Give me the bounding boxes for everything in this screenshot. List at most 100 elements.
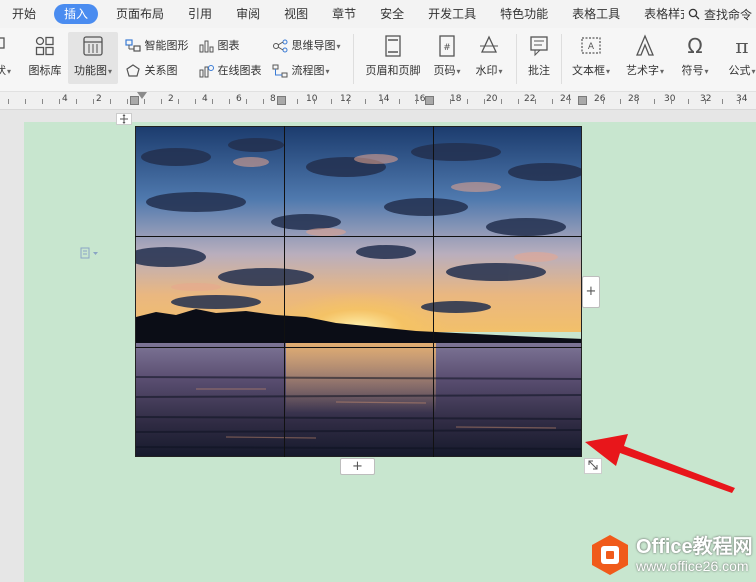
svg-text:π: π xyxy=(735,34,748,58)
ruler-label: 4 xyxy=(62,94,68,104)
ruler-tick xyxy=(25,99,26,104)
mindmap-icon xyxy=(273,39,288,53)
svg-text:A: A xyxy=(588,42,595,52)
online-chart-button[interactable]: 在线图表 xyxy=(198,62,262,78)
indent-marker[interactable] xyxy=(137,92,147,99)
table-move-handle[interactable] xyxy=(116,113,132,125)
ruler-label: 18 xyxy=(450,94,462,104)
chart-button[interactable]: 图表 xyxy=(198,37,240,53)
ruler-tick xyxy=(705,99,706,104)
shape-label: 状 xyxy=(0,64,6,77)
ruler-tick xyxy=(212,99,213,104)
table-grid[interactable] xyxy=(135,126,582,457)
menu-tab[interactable]: 章节 xyxy=(320,4,368,24)
wordart-icon xyxy=(636,34,654,56)
watermark-icon xyxy=(480,35,498,53)
ruler-tick xyxy=(59,99,60,104)
column-marker[interactable] xyxy=(425,96,434,105)
command-search[interactable]: 查找命令 xyxy=(683,0,756,28)
textbox-button[interactable]: A 文本框▾ xyxy=(568,34,614,78)
ruler-tick xyxy=(688,99,689,104)
menu-tab[interactable]: 视图 xyxy=(272,4,320,24)
ruler-label: 22 xyxy=(524,94,536,104)
ruler-tick xyxy=(399,99,400,104)
watermark-button[interactable]: 水印▾ xyxy=(472,34,506,78)
ruler-label: 12 xyxy=(340,94,352,104)
menu-tab[interactable]: 引用 xyxy=(176,4,224,24)
mindmap-label: 思维导图 xyxy=(291,39,336,52)
formula-button[interactable]: π 公式▾ xyxy=(722,34,756,78)
menu-tab[interactable]: 安全 xyxy=(368,4,416,24)
ruler-tick xyxy=(297,99,298,104)
textbox-label: 文本框 xyxy=(571,64,605,77)
smart-art-icon xyxy=(125,39,141,52)
icon-library-label: 图标库 xyxy=(28,64,62,77)
ruler-tick xyxy=(331,99,332,104)
ruler-tick xyxy=(382,99,383,104)
menu-tab[interactable]: 审阅 xyxy=(224,4,272,24)
relation-chart-label: 关系图 xyxy=(144,64,178,77)
menu-bar: 开始 插入 页面布局 引用 审阅 视图 章节 安全 开发工具 特色功能 表格工具 表格样式 xyxy=(0,0,756,28)
flowchart-button[interactable]: 流程图▾ xyxy=(272,62,330,78)
add-column-button[interactable]: + xyxy=(582,276,600,308)
table-column-border[interactable] xyxy=(284,126,285,457)
function-chart-button[interactable]: 功能图▾ xyxy=(68,32,118,84)
menu-tab[interactable]: 插入 xyxy=(54,4,99,24)
ruler-tick xyxy=(603,99,604,104)
ruler-tick xyxy=(654,99,655,104)
ruler-tick xyxy=(484,99,485,104)
menu-tab[interactable]: 特色功能 xyxy=(488,4,560,24)
column-marker[interactable] xyxy=(578,96,587,105)
header-footer-label: 页眉和页脚 xyxy=(365,64,421,77)
page-number-label: 页码 xyxy=(433,64,456,77)
comment-button[interactable]: 批注 xyxy=(522,34,556,78)
ruler-tick xyxy=(365,99,366,104)
ruler-tick xyxy=(76,99,77,104)
menu-tab[interactable]: 开始 xyxy=(0,4,48,24)
mindmap-button[interactable]: 思维导图▾ xyxy=(272,37,341,53)
menu-tab[interactable]: 开发工具 xyxy=(416,4,488,24)
paragraph-layout-icon[interactable] xyxy=(80,247,100,262)
page-number-icon: # xyxy=(439,35,455,57)
ribbon-divider xyxy=(516,34,517,84)
ruler-tick xyxy=(246,99,247,104)
table-column-border[interactable] xyxy=(433,126,434,457)
page-number-button[interactable]: # 页码▾ xyxy=(430,34,464,78)
ruler-tick xyxy=(552,99,553,104)
wordart-button[interactable]: 艺术字▾ xyxy=(622,34,668,78)
ruler-label: 34 xyxy=(736,94,748,104)
annotation-arrow xyxy=(585,434,735,493)
relation-chart-button[interactable]: 关系图 xyxy=(125,62,178,78)
office-logo-icon xyxy=(592,535,628,575)
add-row-button[interactable]: + xyxy=(340,458,375,475)
ruler-label: 8 xyxy=(270,94,276,104)
ruler-tick xyxy=(722,99,723,104)
symbol-label: 符号 xyxy=(681,64,704,77)
plus-icon: + xyxy=(352,459,363,474)
move-icon xyxy=(120,114,128,124)
table-row-border[interactable] xyxy=(135,236,582,237)
menu-tab[interactable]: 表格工具 xyxy=(560,4,632,24)
horizontal-ruler[interactable]: 42246810121416182022242628303234 xyxy=(0,92,756,110)
smart-art-button[interactable]: 智能图形 xyxy=(125,37,189,53)
ruler-label: 6 xyxy=(236,94,242,104)
pi-icon: π xyxy=(735,34,748,58)
column-marker[interactable] xyxy=(277,96,286,105)
ruler-label: 14 xyxy=(378,94,390,104)
ruler-tick xyxy=(314,99,315,104)
formula-label: 公式 xyxy=(728,64,751,77)
watermark-title: Office教程网 xyxy=(636,536,753,558)
menu-tab[interactable]: 页面布局 xyxy=(104,4,176,24)
header-footer-icon xyxy=(385,35,401,57)
icon-library-button[interactable]: 图标库 xyxy=(26,34,64,78)
symbol-button[interactable]: Ω 符号▾ xyxy=(678,34,712,78)
comment-label: 批注 xyxy=(528,64,550,77)
shape-icon xyxy=(0,37,5,49)
header-footer-button[interactable]: 页眉和页脚 xyxy=(362,34,424,78)
ruler-tick xyxy=(42,99,43,104)
textbox-icon: A xyxy=(581,37,601,54)
command-search-label: 查找命令 xyxy=(703,7,752,22)
svg-text:#: # xyxy=(443,43,451,53)
shape-button[interactable]: 状▾ xyxy=(0,34,14,78)
table-row-border[interactable] xyxy=(135,347,582,348)
